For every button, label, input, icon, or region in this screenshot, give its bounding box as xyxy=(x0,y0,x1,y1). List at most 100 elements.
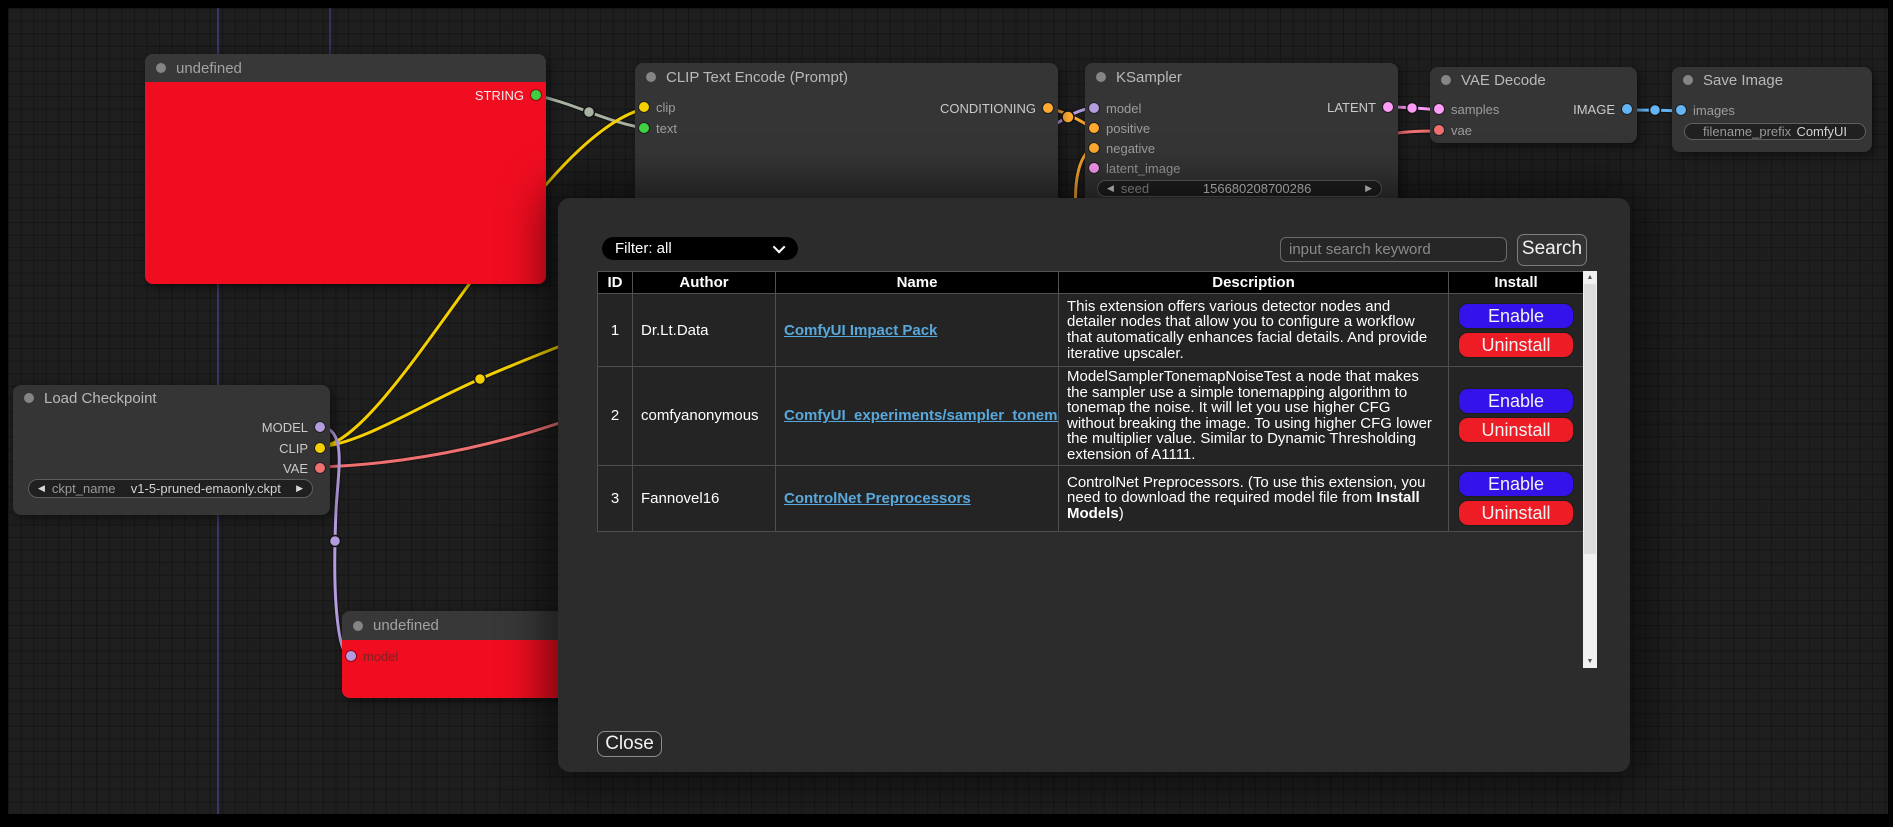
cell-id: 1 xyxy=(598,294,633,367)
node-vae-decode[interactable]: VAE Decode samples vae IMAGE xyxy=(1430,67,1637,143)
node-header[interactable]: undefined xyxy=(342,611,567,640)
node-title: CLIP Text Encode (Prompt) xyxy=(666,69,848,86)
conditioning-slot-icon[interactable] xyxy=(1089,123,1099,133)
latent-slot-icon[interactable] xyxy=(1434,104,1444,114)
node-title: undefined xyxy=(176,60,242,77)
left-arrow-icon[interactable]: ◀ xyxy=(1107,184,1114,193)
latent-slot-icon[interactable] xyxy=(1383,102,1393,112)
output-slot-clip[interactable]: CLIP xyxy=(279,439,325,457)
model-slot-icon[interactable] xyxy=(346,651,356,661)
close-button[interactable]: Close xyxy=(597,731,662,757)
input-slot-images[interactable]: images xyxy=(1676,101,1735,119)
seed-widget[interactable]: ◀ seed 156680208700286 ▶ xyxy=(1097,180,1382,197)
output-slot-latent[interactable]: LATENT xyxy=(1327,98,1393,116)
collapse-dot-icon[interactable] xyxy=(1683,75,1693,85)
conditioning-slot-icon[interactable] xyxy=(1043,103,1053,113)
clip-slot-icon[interactable] xyxy=(639,102,649,112)
node-title: Save Image xyxy=(1703,72,1783,89)
node-ksampler[interactable]: KSampler model positive negative latent_… xyxy=(1085,63,1398,200)
table-header-row: ID Author Name Description Install xyxy=(598,272,1584,294)
collapse-dot-icon[interactable] xyxy=(156,63,166,73)
cell-description: ModelSamplerTonemapNoiseTest a node that… xyxy=(1059,367,1449,466)
output-slot-vae[interactable]: VAE xyxy=(283,459,325,477)
enable-button[interactable]: Enable xyxy=(1458,303,1574,329)
extension-link[interactable]: ComfyUI_experiments/sampler_tonemap xyxy=(784,407,1059,424)
cell-id: 2 xyxy=(598,367,633,466)
output-slot-model[interactable]: MODEL xyxy=(262,418,325,436)
widget-label: filename_prefix xyxy=(1703,124,1791,139)
input-slot-text[interactable]: text xyxy=(639,119,677,137)
scrollbar-thumb[interactable] xyxy=(1584,284,1596,554)
latent-slot-icon[interactable] xyxy=(1089,163,1099,173)
widget-label: seed xyxy=(1121,181,1149,196)
filter-selected-value: Filter: all xyxy=(615,240,672,257)
slot-label: VAE xyxy=(283,461,308,476)
input-slot-vae[interactable]: vae xyxy=(1434,121,1472,139)
extension-link[interactable]: ComfyUI Impact Pack xyxy=(784,322,937,339)
description-text: ControlNet Preprocessors. (To use this e… xyxy=(1067,474,1426,507)
right-arrow-icon[interactable]: ▶ xyxy=(1365,184,1372,193)
input-slot-latent-image[interactable]: latent_image xyxy=(1089,159,1180,177)
output-slot-image[interactable]: IMAGE xyxy=(1573,100,1632,118)
node-header[interactable]: Load Checkpoint xyxy=(13,385,330,411)
slot-label: text xyxy=(656,121,677,136)
slot-label: vae xyxy=(1451,123,1472,138)
left-arrow-icon[interactable]: ◀ xyxy=(38,484,45,493)
scroll-up-icon[interactable]: ▲ xyxy=(1583,274,1597,281)
conditioning-slot-icon[interactable] xyxy=(1089,143,1099,153)
collapse-dot-icon[interactable] xyxy=(1441,75,1451,85)
node-save-image[interactable]: Save Image images filename_prefix ComfyU… xyxy=(1672,67,1872,152)
collapse-dot-icon[interactable] xyxy=(353,621,363,631)
description-text: ) xyxy=(1119,505,1124,522)
uninstall-button[interactable]: Uninstall xyxy=(1458,332,1574,358)
model-slot-icon[interactable] xyxy=(1089,103,1099,113)
image-slot-icon[interactable] xyxy=(1676,105,1686,115)
widget-value: ComfyUI xyxy=(1796,124,1847,139)
node-undefined-top[interactable]: undefined STRING xyxy=(145,54,546,284)
enable-button[interactable]: Enable xyxy=(1458,471,1574,497)
input-slot-model[interactable]: model xyxy=(1089,99,1141,117)
slot-label: LATENT xyxy=(1327,100,1376,115)
output-slot-conditioning[interactable]: CONDITIONING xyxy=(940,99,1053,117)
filter-select[interactable]: Filter: all xyxy=(602,237,798,260)
collapse-dot-icon[interactable] xyxy=(1096,72,1106,82)
collapse-dot-icon[interactable] xyxy=(646,72,656,82)
node-header[interactable]: VAE Decode xyxy=(1430,67,1637,93)
input-slot-model[interactable]: model xyxy=(346,647,398,665)
search-button[interactable]: Search xyxy=(1517,234,1587,266)
image-slot-icon[interactable] xyxy=(1622,104,1632,114)
vae-slot-icon[interactable] xyxy=(1434,125,1444,135)
input-slot-negative[interactable]: negative xyxy=(1089,139,1155,157)
input-slot-clip[interactable]: clip xyxy=(639,98,676,116)
node-clip-text-encode[interactable]: CLIP Text Encode (Prompt) clip text COND… xyxy=(635,63,1058,200)
extension-link[interactable]: ControlNet Preprocessors xyxy=(784,490,971,507)
vae-slot-icon[interactable] xyxy=(315,463,325,473)
output-slot-string[interactable]: STRING xyxy=(475,86,541,104)
clip-slot-icon[interactable] xyxy=(315,443,325,453)
scrollbar[interactable]: ▲ ▼ xyxy=(1583,271,1597,668)
enable-button[interactable]: Enable xyxy=(1458,388,1574,414)
input-slot-samples[interactable]: samples xyxy=(1434,100,1499,118)
scroll-down-icon[interactable]: ▼ xyxy=(1583,658,1597,665)
chevron-down-icon xyxy=(773,241,786,254)
node-header[interactable]: CLIP Text Encode (Prompt) xyxy=(635,63,1058,91)
node-header[interactable]: undefined xyxy=(145,54,546,82)
slot-label: STRING xyxy=(475,88,524,103)
string-slot-icon[interactable] xyxy=(531,90,541,100)
input-slot-positive[interactable]: positive xyxy=(1089,119,1150,137)
node-load-checkpoint[interactable]: Load Checkpoint MODEL CLIP VAE ◀ ckpt_na… xyxy=(13,385,330,515)
node-undefined-bottom[interactable]: undefined model xyxy=(342,611,567,698)
uninstall-button[interactable]: Uninstall xyxy=(1458,417,1574,443)
uninstall-button[interactable]: Uninstall xyxy=(1458,500,1574,526)
string-slot-icon[interactable] xyxy=(639,123,649,133)
node-header[interactable]: KSampler xyxy=(1085,63,1398,91)
node-header[interactable]: Save Image xyxy=(1672,67,1872,93)
extension-manager-dialog: Filter: all Search ID Author Name Descri… xyxy=(558,198,1630,772)
widget-value: v1-5-pruned-emaonly.ckpt xyxy=(131,481,281,496)
filename-prefix-widget[interactable]: filename_prefix ComfyUI xyxy=(1684,123,1866,140)
ckpt-name-widget[interactable]: ◀ ckpt_name v1-5-pruned-emaonly.ckpt ▶ xyxy=(28,479,313,498)
right-arrow-icon[interactable]: ▶ xyxy=(296,484,303,493)
model-slot-icon[interactable] xyxy=(315,422,325,432)
collapse-dot-icon[interactable] xyxy=(24,393,34,403)
search-input[interactable] xyxy=(1280,237,1507,262)
